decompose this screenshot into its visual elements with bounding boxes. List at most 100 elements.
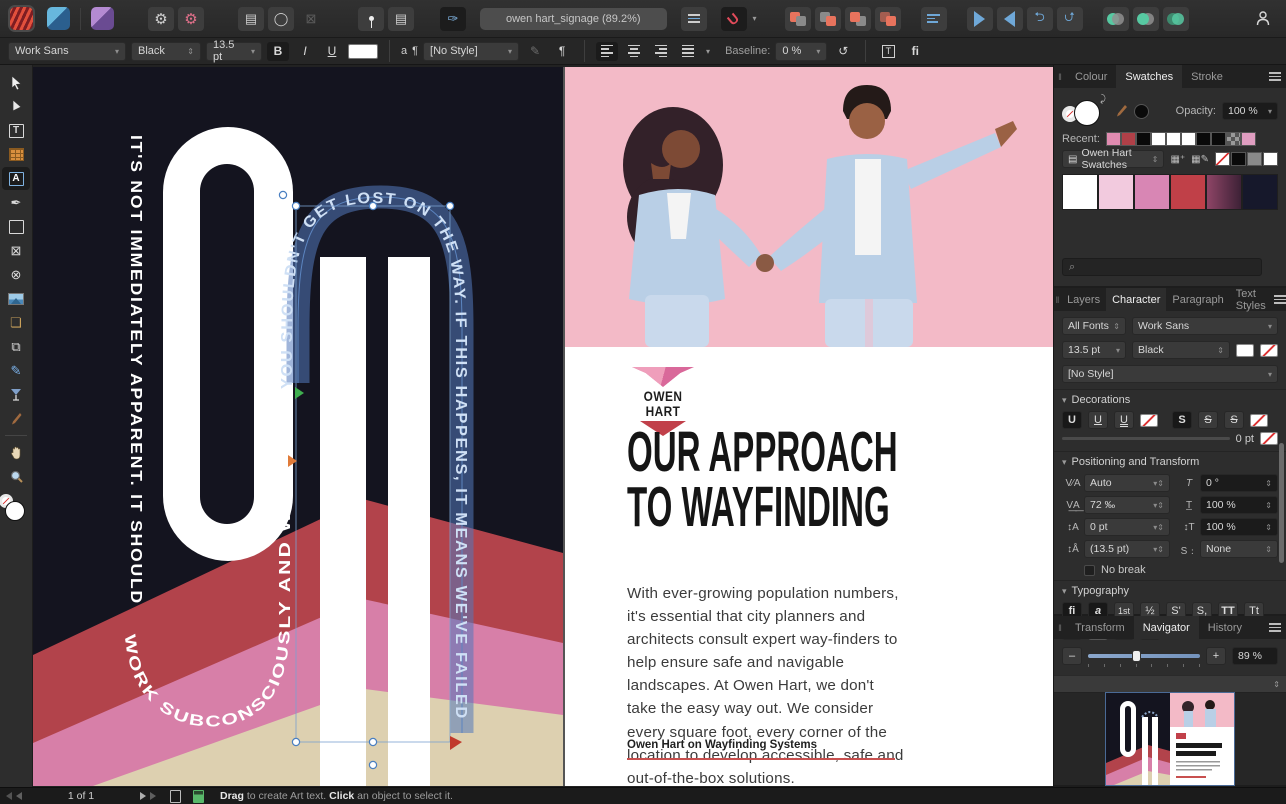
character-colour-chip[interactable] — [1236, 344, 1254, 357]
opacity-dropdown[interactable]: 100 %▾ — [1222, 102, 1278, 120]
edit-swatch-icon[interactable]: ▦✎ — [1191, 154, 1209, 165]
frame-text-properties-icon[interactable]: T — [877, 42, 899, 61]
text-frame-icon[interactable] — [681, 7, 707, 31]
rotate-ccw-icon[interactable]: ⮌ — [1027, 7, 1053, 31]
snapping-chevron-icon[interactable]: ▾ — [753, 14, 757, 23]
tab-transform[interactable]: Transform — [1066, 616, 1134, 639]
pages-icon[interactable]: ▤ — [238, 7, 264, 31]
underline-double-button[interactable]: U — [1088, 411, 1108, 429]
bold-button[interactable]: B — [267, 42, 289, 61]
account-person-icon[interactable] — [1250, 7, 1276, 31]
quick-swatches[interactable] — [1215, 152, 1278, 166]
zoom-in-button[interactable]: + — [1206, 647, 1226, 665]
place-image-tool[interactable] — [2, 287, 30, 310]
fill-stroke-selector[interactable]: ⤸ — [1062, 94, 1108, 128]
leading-dropdown[interactable]: (13.5 pt)▾⇕ — [1084, 540, 1170, 558]
move-to-front-icon[interactable] — [875, 7, 901, 31]
v-scale-field[interactable]: 100 %⇕ — [1200, 518, 1278, 536]
font-weight-dropdown[interactable]: Black⇕ — [131, 42, 201, 61]
publisher-persona-icon[interactable] — [10, 7, 33, 30]
text-colour-swatch[interactable] — [348, 44, 378, 59]
first-page-button[interactable] — [6, 792, 12, 800]
zoom-slider[interactable] — [1088, 654, 1200, 658]
poster-left-page[interactable]: IT'S NOT IMMEDIATELY APPARENT. IT SHOULD… — [33, 67, 563, 786]
designer-persona-icon[interactable] — [47, 7, 70, 30]
tab-character[interactable]: Character — [1106, 288, 1166, 311]
fill-well[interactable] — [5, 501, 25, 521]
tab-text-styles[interactable]: Text Styles — [1230, 288, 1273, 311]
last-page-button[interactable] — [150, 792, 156, 800]
picture-frame-rectangle-tool[interactable]: ⊠ — [2, 239, 30, 262]
view-tool[interactable] — [2, 441, 30, 464]
script-dropdown[interactable]: None⇕ — [1200, 540, 1278, 558]
preflight-status-icon[interactable] — [193, 790, 204, 803]
zoom-out-button[interactable]: – — [1062, 647, 1082, 665]
character-stroke-chip[interactable] — [1260, 344, 1278, 357]
tab-history[interactable]: History — [1199, 616, 1251, 639]
photo-persona-icon[interactable] — [91, 7, 114, 30]
italic-button[interactable]: I — [294, 42, 316, 61]
swatch-search-input[interactable]: ⌕ — [1062, 258, 1262, 276]
viewpoint-dropdown[interactable]: ⇕ — [1054, 675, 1286, 693]
panel-grip[interactable]: ‖ — [1054, 65, 1066, 88]
positioning-section-header[interactable]: ▾Positioning and Transform — [1054, 451, 1286, 470]
margins-icon[interactable]: ▤ — [388, 7, 414, 31]
rectangle-tool[interactable] — [2, 215, 30, 238]
poster-right-page[interactable]: OWEN HART OUR APPROACH TO WAYFINDING Wit… — [565, 67, 1053, 786]
ellipse-frame-icon[interactable]: ◯ — [268, 7, 294, 31]
zoom-slider-thumb[interactable] — [1132, 650, 1141, 662]
panel-scrollbar[interactable] — [1279, 443, 1284, 563]
panel-menu-icon[interactable] — [1264, 616, 1286, 639]
align-right-button[interactable] — [650, 42, 672, 61]
add-swatch-icon[interactable]: ▦⁺ — [1170, 154, 1185, 165]
font-size-dropdown[interactable]: 13.5 pt▾ — [206, 42, 262, 61]
no-break-checkbox[interactable] — [1084, 565, 1095, 576]
move-to-back-icon[interactable] — [785, 7, 811, 31]
strike-colour-chip[interactable] — [1250, 414, 1268, 427]
strike-thick-button[interactable]: S — [1224, 411, 1244, 429]
guides-pin-icon[interactable] — [358, 7, 384, 31]
rotate-cw-icon[interactable]: ⮍ — [1057, 7, 1083, 31]
fill-tool[interactable]: ❏ — [2, 311, 30, 334]
snapping-magnet-icon[interactable]: U — [721, 7, 747, 31]
character-style-dropdown[interactable]: [No Style]▾ — [1062, 365, 1278, 383]
underline-low-button[interactable]: U — [1114, 411, 1134, 429]
justify-button[interactable] — [677, 42, 699, 61]
text-style-dropdown[interactable]: [No Style]▾ — [423, 42, 519, 61]
underline-colour-chip[interactable] — [1140, 414, 1158, 427]
pencil-tool[interactable]: ✎ — [2, 359, 30, 382]
page-indicator[interactable]: 1 of 1 — [26, 790, 136, 802]
decoration-fill-chip[interactable] — [1260, 432, 1278, 445]
panel-menu-icon[interactable] — [1264, 65, 1286, 88]
character-size-dropdown[interactable]: 13.5 pt▾ — [1062, 341, 1126, 359]
tracking-dropdown[interactable]: 72 ‰▾⇕ — [1084, 496, 1170, 514]
art-text-tool[interactable]: A — [2, 167, 30, 190]
align-left-button[interactable] — [596, 42, 618, 61]
alignment-chevron-icon[interactable]: ▾ — [706, 47, 710, 56]
strike-single-button[interactable]: S — [1172, 411, 1192, 429]
pen-tool[interactable]: ✒ — [2, 191, 30, 214]
tab-navigator[interactable]: Navigator — [1134, 616, 1199, 639]
picture-frame-ellipse-tool[interactable]: ⊗ — [2, 263, 30, 286]
single-page-icon[interactable] — [170, 790, 181, 803]
preview-mode-icon[interactable]: ✑ — [440, 7, 466, 31]
boolean-intersect-icon[interactable] — [1163, 7, 1189, 31]
flip-vertical-icon[interactable] — [997, 7, 1023, 31]
decoration-width-slider[interactable] — [1062, 437, 1230, 440]
navigator-preview[interactable] — [1054, 693, 1286, 785]
boolean-subtract-icon[interactable] — [1133, 7, 1159, 31]
tab-layers[interactable]: Layers — [1061, 288, 1106, 311]
tab-paragraph[interactable]: Paragraph — [1166, 288, 1229, 311]
h-scale-field[interactable]: 100 %⇕ — [1200, 496, 1278, 514]
baseline-shift-dropdown[interactable]: 0 pt▾⇕ — [1084, 518, 1170, 536]
vector-crop-tool[interactable]: ⧉ — [2, 335, 30, 358]
align-center-button[interactable] — [623, 42, 645, 61]
next-page-button[interactable] — [140, 792, 146, 800]
table-tool[interactable] — [2, 143, 30, 166]
frame-text-tool[interactable]: T — [2, 119, 30, 142]
recent-swatches[interactable] — [1106, 132, 1256, 146]
panel-grip[interactable]: ‖ — [1054, 616, 1066, 639]
colour-picker-tool[interactable] — [2, 407, 30, 430]
strike-double-button[interactable]: S — [1198, 411, 1218, 429]
picker-eyedropper-icon[interactable] — [1114, 104, 1128, 118]
